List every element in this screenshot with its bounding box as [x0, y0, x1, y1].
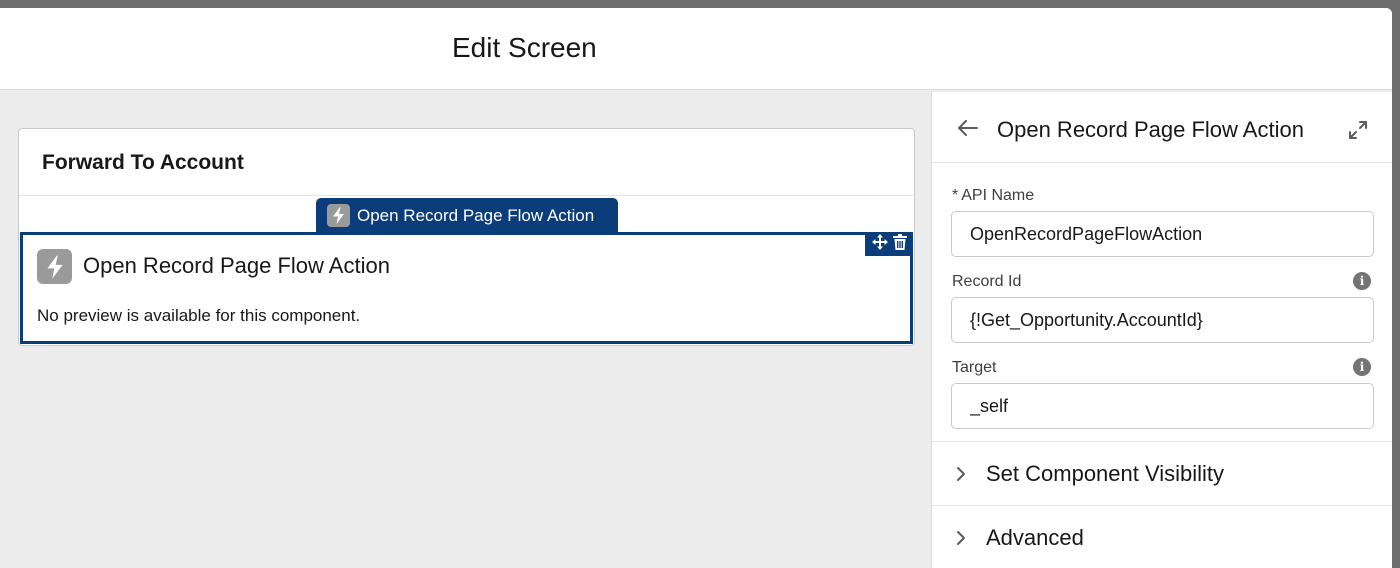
component-title: Open Record Page Flow Action — [83, 253, 390, 278]
panel-title: Open Record Page Flow Action — [997, 117, 1304, 142]
api-name-input[interactable] — [951, 211, 1374, 257]
chevron-right-icon — [954, 465, 968, 483]
selected-component[interactable]: Open Record Page Flow Action No preview … — [20, 232, 913, 344]
expand-button[interactable] — [1346, 118, 1370, 142]
trash-icon[interactable] — [892, 233, 907, 255]
back-button[interactable] — [956, 116, 980, 140]
api-name-label-text: API Name — [961, 187, 1035, 204]
canvas-divider — [19, 195, 914, 196]
modal-header: Edit Screen — [0, 8, 1392, 90]
section-advanced[interactable]: Advanced — [932, 506, 1392, 568]
edit-screen-modal: Edit Screen Forward To Account Open Reco… — [0, 8, 1392, 568]
lightning-icon — [327, 204, 350, 227]
record-id-input[interactable] — [951, 297, 1374, 343]
lightning-icon — [37, 249, 72, 284]
screen-section-title: Forward To Account — [42, 151, 244, 174]
modal-title: Edit Screen — [452, 32, 597, 63]
selected-component-tab[interactable]: Open Record Page Flow Action — [316, 198, 618, 233]
section-label: Set Component Visibility — [986, 461, 1225, 486]
panel-header: Open Record Page Flow Action — [932, 92, 1392, 163]
section-set-component-visibility[interactable]: Set Component Visibility — [932, 442, 1392, 506]
component-actions — [865, 232, 913, 256]
component-tab-label: Open Record Page Flow Action — [357, 205, 595, 225]
move-icon[interactable] — [871, 233, 888, 255]
api-name-label: * API Name — [952, 187, 1034, 205]
properties-panel: Open Record Page Flow Action *API Name R… — [931, 92, 1392, 568]
screen-canvas-card: Forward To Account Open Record Page Flow… — [18, 128, 915, 346]
component-preview-text: No preview is available for this compone… — [37, 306, 361, 325]
arrow-left-icon — [958, 120, 978, 136]
target-label: Target — [952, 359, 997, 376]
expand-icon — [1349, 121, 1367, 139]
info-icon[interactable]: i — [1353, 358, 1371, 376]
record-id-label: Record Id — [952, 273, 1022, 290]
info-icon[interactable]: i — [1353, 272, 1371, 290]
chevron-right-icon — [954, 529, 968, 547]
required-asterisk: * — [952, 187, 959, 204]
target-input[interactable] — [951, 383, 1374, 429]
section-label: Advanced — [986, 525, 1084, 550]
